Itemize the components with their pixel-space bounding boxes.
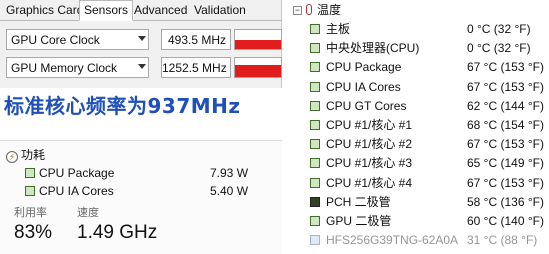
sensor-row-memory-clock: GPU Memory Clock 1252.5 MHz	[3, 57, 282, 78]
temperature-row-label: CPU #1/核心 #3	[326, 156, 413, 171]
power-item-cpu-ia-cores[interactable]: CPU IA Cores	[25, 183, 114, 199]
chip-icon	[25, 186, 35, 196]
chip-icon	[25, 168, 35, 178]
temperature-row-value: 67 °C (153 °F)	[467, 175, 544, 190]
temperature-row[interactable]: CPU #1/核心 #3 65 °C (149 °F)	[286, 154, 549, 173]
temperature-row-value: 58 °C (136 °F)	[467, 194, 544, 209]
caption-text: 标准核心频率为937MHz	[4, 94, 241, 118]
cpu-icon	[310, 100, 320, 111]
speed-caption: 速度	[77, 207, 99, 219]
temperature-row-value: 67 °C (153 °F)	[467, 60, 544, 75]
tab-bar: Graphics Card Sensors Advanced Validatio…	[0, 0, 282, 21]
sensor-graph-fill	[235, 64, 281, 77]
temperature-row[interactable]: 中央处理器(CPU) 0 °C (32 °F)	[286, 39, 549, 58]
temperature-row[interactable]: CPU #1/核心 #1 68 °C (154 °F)	[286, 116, 549, 135]
temperature-header[interactable]: − 温度	[286, 1, 549, 20]
temperature-row[interactable]: CPU Package 67 °C (153 °F)	[286, 58, 549, 77]
sensor-row-core-clock: GPU Core Clock 493.5 MHz	[3, 29, 282, 50]
cpu-icon	[310, 139, 320, 150]
sensor-name-dropdown[interactable]: GPU Memory Clock	[6, 57, 149, 78]
cpu-icon	[310, 62, 320, 73]
temperature-row[interactable]: CPU #1/核心 #2 67 °C (153 °F)	[286, 135, 549, 154]
temperature-row-label: CPU #1/核心 #1	[326, 118, 413, 132]
temperature-row[interactable]: CPU IA Cores 67 °C (153 °F)	[286, 78, 549, 97]
temperature-row-label: CPU #1/核心 #2	[326, 137, 413, 152]
temperature-tree: − 温度 主板 0 °C (32 °F) 中央处理器(CPU) 0 °C (32 °F…	[286, 0, 549, 253]
temperature-row-label: 主板	[326, 22, 351, 36]
temperature-row[interactable]: CPU #1/核心 #4 67 °C (153 °F)	[286, 174, 549, 193]
sensor-graph	[234, 57, 282, 78]
power-item-value: 5.40 W	[210, 184, 249, 198]
temperature-row-value: 60 °C (140 °F)	[467, 214, 544, 228]
cpu-icon	[310, 158, 320, 169]
thermometer-icon	[306, 4, 312, 15]
temperature-row-label: CPU GT Cores	[326, 98, 407, 113]
temperature-row-label: 中央处理器(CPU)	[326, 41, 420, 56]
temperature-row-label: CPU #1/核心 #4	[326, 175, 413, 190]
power-item-cpu-package[interactable]: CPU Package	[25, 165, 114, 181]
sensor-name-label: GPU Core Clock	[11, 33, 100, 47]
temperature-row-value: 62 °C (144 °F)	[467, 98, 544, 113]
pch-icon	[310, 196, 320, 207]
temperature-row[interactable]: CPU GT Cores 62 °C (144 °F)	[286, 97, 549, 116]
temperature-row-value: 67 °C (153 °F)	[467, 79, 544, 94]
power-item-value: 7.93 W	[210, 166, 249, 180]
gpu-icon	[310, 216, 320, 226]
tab-validation[interactable]: Validation	[190, 2, 250, 19]
power-header[interactable]: ⚡ 功耗	[6, 147, 45, 163]
sensor-graph-fill	[235, 40, 281, 49]
tab-sensors[interactable]: Sensors	[79, 0, 134, 21]
temperature-row[interactable]: GPU 二极管 60 °C (140 °F)	[286, 212, 549, 231]
cpu-icon	[310, 120, 320, 130]
power-item-label: CPU Package	[39, 166, 115, 180]
temperature-row-label: CPU IA Cores	[326, 79, 401, 94]
temperature-row-value: 67 °C (153 °F)	[467, 137, 544, 152]
power-panel: ⚡ 功耗 CPU Package 7.93 W CPU IA Cores 5.40…	[0, 140, 282, 254]
cpu-icon	[310, 177, 320, 188]
temperature-header-label: 温度	[317, 3, 342, 17]
utilization-caption: 利用率	[14, 207, 47, 219]
speed-value: 1.49 GHz	[77, 222, 158, 243]
cpu-icon	[310, 81, 320, 92]
tab-advanced[interactable]: Advanced	[130, 2, 191, 19]
temperature-row[interactable]: PCH 二极管 58 °C (136 °F)	[286, 193, 549, 212]
tab-graphics-card[interactable]: Graphics Card	[2, 2, 87, 19]
temperature-row-value: 0 °C (32 °F)	[467, 22, 531, 36]
sensor-value: 493.5 MHz	[161, 29, 231, 50]
utilization-value: 83%	[14, 222, 53, 243]
chevron-down-icon	[138, 64, 146, 69]
chevron-down-icon	[138, 36, 146, 41]
temperature-row[interactable]: 主板 0 °C (32 °F)	[286, 20, 549, 39]
temperature-row-label: CPU Package	[326, 60, 402, 75]
gpuz-sensors-panel: Graphics Card Sensors Advanced Validatio…	[0, 0, 282, 88]
collapse-icon[interactable]: −	[293, 6, 302, 15]
sensor-value: 1252.5 MHz	[161, 57, 231, 78]
sensor-name-dropdown[interactable]: GPU Core Clock	[6, 29, 149, 50]
temperature-row-value: 68 °C (154 °F)	[467, 118, 544, 132]
temperature-row-value: 0 °C (32 °F)	[467, 41, 531, 56]
power-icon: ⚡	[6, 151, 18, 163]
watermark-overlay	[300, 231, 549, 253]
temperature-row-label: GPU 二极管	[326, 214, 392, 228]
sensor-name-label: GPU Memory Clock	[11, 61, 118, 75]
power-header-label: 功耗	[21, 148, 46, 162]
cpu-icon	[310, 43, 320, 54]
temperature-row-label: PCH 二极管	[326, 194, 391, 209]
sensor-graph	[234, 29, 282, 50]
power-item-label: CPU IA Cores	[39, 184, 114, 198]
board-icon	[310, 24, 320, 34]
temperature-row-value: 65 °C (149 °F)	[467, 156, 544, 171]
